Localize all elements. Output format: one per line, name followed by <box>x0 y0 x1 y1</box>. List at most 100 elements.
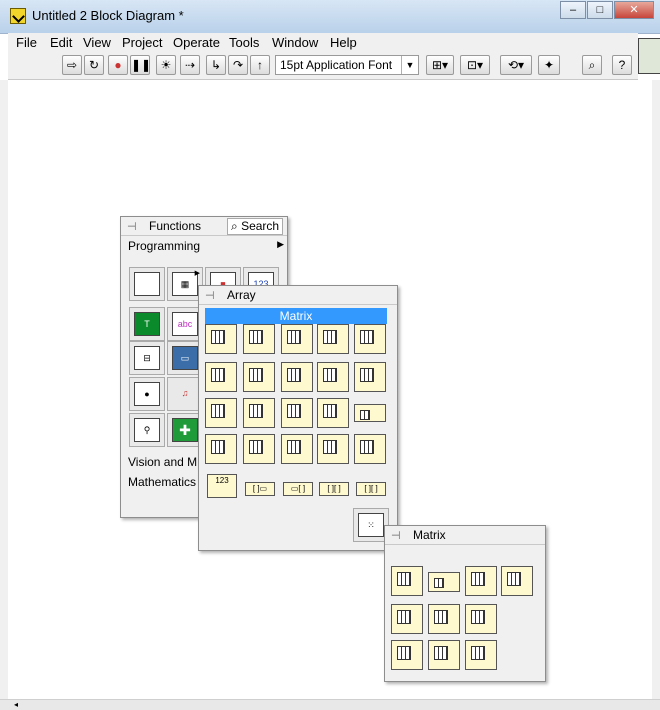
title-bar: Untitled 2 Block Diagram * – □ ✕ <box>0 0 660 34</box>
matrix-palette-title: Matrix <box>413 528 446 542</box>
step-into-icon[interactable]: ↳ <box>206 55 226 75</box>
array-max-min-icon[interactable] <box>317 362 349 392</box>
split-1d-array-icon[interactable] <box>281 398 313 428</box>
search-1d-array-icon[interactable] <box>243 398 275 428</box>
align-objects-icon[interactable]: ⊞▾ <box>426 55 454 75</box>
horizontal-scrollbar[interactable]: ◂ <box>0 699 660 710</box>
scroll-left-icon[interactable]: ◂ <box>14 700 18 709</box>
structures-icon <box>134 272 160 296</box>
reorder-icon[interactable]: ⟲▾ <box>500 55 532 75</box>
sort-1d-array-icon[interactable] <box>205 398 237 428</box>
decimate-1d-array-icon[interactable] <box>317 434 349 464</box>
matrix-palette: ⊣ Matrix <box>384 525 546 682</box>
maximize-button[interactable]: □ <box>587 1 613 19</box>
expand-icon: ▶ <box>194 270 200 277</box>
font-select[interactable]: 15pt Application Font ▼ <box>275 55 419 75</box>
set-matrix-elements-icon[interactable] <box>501 566 533 596</box>
search-label: Search <box>241 219 280 233</box>
toolbar: ⇨ ↻ ● ❚❚ ☀ ⇢ ↳ ↷ ↑ 15pt Application Font… <box>8 53 638 80</box>
dialog-icon: ⚲ <box>134 418 160 442</box>
matrix-inverse-icon[interactable] <box>428 604 460 634</box>
functions-palette-header: ⊣ Functions ⌕ Search <box>121 217 287 236</box>
file-io-icon: ▭ <box>172 346 198 370</box>
menu-operate[interactable]: Operate <box>173 35 220 50</box>
matrix-transpose-icon[interactable] <box>391 604 423 634</box>
category-vision-and-motion[interactable]: Vision and M <box>128 455 197 469</box>
reverse-1d-array-icon[interactable] <box>317 398 349 428</box>
functions-palette-title: Functions <box>149 219 202 233</box>
run-icon[interactable]: ⇨ <box>62 55 82 75</box>
window-title: Untitled 2 Block Diagram * <box>32 8 184 23</box>
category-mathematics[interactable]: Mathematics <box>128 475 196 489</box>
minimize-button[interactable]: – <box>560 1 586 19</box>
comparison-subpalette[interactable]: ⊟ <box>129 341 165 375</box>
array-constant-icon[interactable]: 123 <box>207 474 237 498</box>
timing-subpalette[interactable]: ● <box>129 377 165 411</box>
menu-view[interactable]: View <box>83 35 111 50</box>
pin-icon[interactable]: ⊣ <box>127 220 137 233</box>
structures-subpalette[interactable] <box>129 267 165 301</box>
cluster-to-array-icon[interactable]: ▭[ ] <box>283 482 313 496</box>
left-frame <box>0 80 8 700</box>
index-array-icon[interactable] <box>243 324 275 354</box>
step-out-icon[interactable]: ↑ <box>250 55 270 75</box>
threshold-1d-array-icon[interactable] <box>243 434 275 464</box>
distribute-objects-icon[interactable]: ⊡▾ <box>460 55 490 75</box>
pin-icon[interactable]: ⊣ <box>391 529 401 542</box>
get-matrix-elements-icon[interactable] <box>465 566 497 596</box>
category-programming[interactable]: Programming <box>128 239 200 253</box>
menu-edit[interactable]: Edit <box>50 35 72 50</box>
menu-window[interactable]: Window <box>272 35 318 50</box>
replace-array-subset-icon[interactable] <box>281 324 313 354</box>
menu-help[interactable]: Help <box>330 35 357 50</box>
matrix-to-array-icon[interactable]: [ ][ ] <box>356 482 386 496</box>
menu-tools[interactable]: Tools <box>229 35 259 50</box>
string-icon: abc <box>172 312 198 336</box>
comparison-icon: ⊟ <box>134 346 160 370</box>
array-to-cluster-icon[interactable]: [ ]▭ <box>245 482 275 496</box>
retain-wire-values-icon[interactable]: ⇢ <box>180 55 200 75</box>
rotate-1d-array-icon[interactable] <box>354 404 386 422</box>
search-icon[interactable]: ⌕ <box>582 55 602 75</box>
array-palette: ⊣ Array Matrix 123 [ ]▭ ▭[ ] [ ][ ] [ ][… <box>198 285 398 551</box>
array-subset-icon[interactable] <box>281 362 313 392</box>
pin-icon[interactable]: ⊣ <box>205 289 215 302</box>
context-help-window-icon[interactable] <box>638 38 660 74</box>
matrix-subtract-icon[interactable] <box>465 640 497 670</box>
interpolate-1d-array-icon[interactable] <box>205 434 237 464</box>
cleanup-diagram-icon[interactable]: ✦ <box>538 55 560 75</box>
array-size-icon[interactable] <box>205 324 237 354</box>
step-over-icon[interactable]: ↷ <box>228 55 248 75</box>
matrix-size-icon[interactable] <box>391 566 423 596</box>
menu-file[interactable]: File <box>16 35 37 50</box>
highlight-execution-icon[interactable]: ☀ <box>156 55 176 75</box>
array-palette-header: ⊣ Array <box>199 286 397 305</box>
menu-project[interactable]: Project <box>122 35 162 50</box>
matrix-icon: ⁙ <box>358 513 384 537</box>
search-button[interactable]: ⌕ Search <box>227 218 284 235</box>
matrix-determinant-icon[interactable] <box>465 604 497 634</box>
help-icon[interactable]: ? <box>612 55 632 75</box>
insert-into-array-icon[interactable] <box>317 324 349 354</box>
right-frame <box>652 80 660 700</box>
dialog-subpalette[interactable]: ⚲ <box>129 413 165 447</box>
run-continuously-icon[interactable]: ↻ <box>84 55 104 75</box>
reshape-array-icon[interactable] <box>354 362 386 392</box>
build-array-icon[interactable] <box>243 362 275 392</box>
matrix-selected-label[interactable]: Matrix <box>205 308 387 324</box>
matrix-add-icon[interactable] <box>428 640 460 670</box>
transpose-2d-array-icon[interactable] <box>354 434 386 464</box>
delete-from-array-icon[interactable] <box>354 324 386 354</box>
abort-icon[interactable]: ● <box>108 55 128 75</box>
initialize-array-icon[interactable] <box>205 362 237 392</box>
build-matrix-icon[interactable] <box>428 572 460 592</box>
boolean-subpalette[interactable]: T <box>129 307 165 341</box>
matrix-multiply-icon[interactable] <box>391 640 423 670</box>
interleave-1d-arrays-icon[interactable] <box>281 434 313 464</box>
pause-icon[interactable]: ❚❚ <box>130 55 151 75</box>
menu-bar: File Edit View Project Operate Tools Win… <box>8 33 638 53</box>
window-controls: – □ ✕ <box>559 1 654 19</box>
array-to-matrix-icon[interactable]: [ ][ ] <box>319 482 349 496</box>
font-select-value: 15pt Application Font <box>280 58 393 72</box>
close-button[interactable]: ✕ <box>614 1 654 19</box>
